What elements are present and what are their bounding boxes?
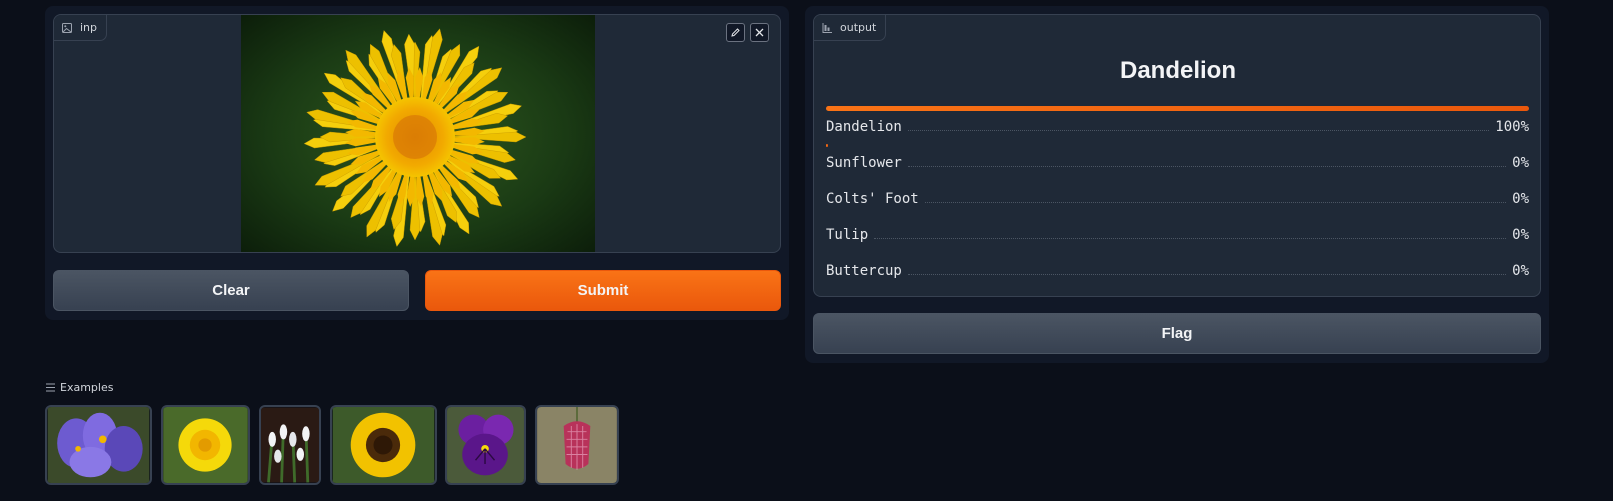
example-fritillary[interactable]	[535, 405, 619, 485]
flag-button[interactable]: Flag	[813, 313, 1541, 354]
confidence-value: 0%	[1512, 155, 1529, 171]
example-sunflower[interactable]	[330, 405, 437, 485]
confidence-bar-fill	[826, 106, 1529, 111]
dandelion-thumbnail	[163, 407, 248, 483]
dotted-leader	[924, 202, 1507, 203]
fritillary-thumbnail	[537, 407, 617, 483]
example-dandelion[interactable]	[161, 405, 250, 485]
dotted-leader	[874, 238, 1507, 239]
image-input[interactable]: inp	[53, 14, 781, 253]
pansy-thumbnail	[447, 407, 524, 483]
edit-button[interactable]	[726, 23, 745, 42]
confidence-bar	[826, 216, 1529, 219]
close-button[interactable]	[750, 23, 769, 42]
output-panel: output Dandelion Dandelion 100% Sunflower 0…	[805, 6, 1549, 363]
confidence-row: Sunflower 0%	[826, 151, 1529, 171]
examples-header: Examples	[46, 381, 113, 394]
output-label-tag: output	[814, 15, 887, 41]
confidence-bar-fill	[826, 144, 828, 147]
label-output: output Dandelion Dandelion 100% Sunflower 0…	[813, 14, 1541, 297]
example-crocus[interactable]	[45, 405, 152, 485]
confidence-row: Colts' Foot 0%	[826, 187, 1529, 207]
confidence-row: Dandelion 100%	[826, 115, 1529, 135]
crocus-thumbnail	[47, 407, 150, 483]
pencil-icon	[731, 28, 740, 37]
confidence-row: Tulip 0%	[826, 223, 1529, 243]
clear-button[interactable]: Clear	[53, 270, 409, 311]
input-label-tag: inp	[54, 15, 108, 41]
output-label: output	[840, 21, 877, 34]
image-icon	[62, 22, 72, 33]
submit-button[interactable]: Submit	[425, 270, 781, 311]
example-snowdrops[interactable]	[259, 405, 321, 485]
confidence-bar	[826, 144, 1529, 147]
confidence-value: 0%	[1512, 263, 1529, 279]
chart-icon	[822, 22, 832, 33]
sunflower-thumbnail	[332, 407, 435, 483]
confidence-row: Buttercup 0%	[826, 259, 1529, 279]
confidence-label: Colts' Foot	[826, 191, 919, 207]
predicted-label: Dandelion	[1119, 57, 1236, 84]
input-panel: inp Clear Submit	[45, 6, 789, 320]
confidence-label: Buttercup	[826, 263, 902, 279]
confidence-bar	[826, 180, 1529, 183]
examples-title: Examples	[60, 381, 114, 394]
snowdrops-thumbnail	[261, 407, 319, 483]
confidence-bar	[826, 252, 1529, 255]
dandelion-image	[241, 15, 595, 252]
close-icon	[755, 28, 764, 37]
dotted-leader	[907, 274, 1507, 275]
dotted-leader	[907, 166, 1507, 167]
input-label: inp	[80, 21, 98, 34]
list-icon	[46, 383, 55, 392]
confidence-label: Tulip	[826, 227, 869, 243]
confidence-value: 100%	[1495, 119, 1529, 135]
confidence-label: Dandelion	[826, 119, 902, 135]
confidence-value: 0%	[1512, 227, 1529, 243]
example-pansy[interactable]	[445, 405, 526, 485]
dotted-leader	[907, 130, 1490, 131]
confidence-bar	[826, 106, 1529, 111]
confidence-value: 0%	[1512, 191, 1529, 207]
confidence-label: Sunflower	[826, 155, 902, 171]
